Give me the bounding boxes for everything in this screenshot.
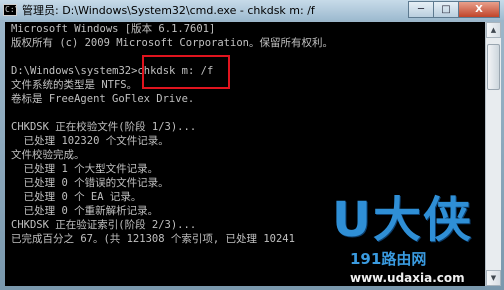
console-line: 已处理 1 个大型文件记录。 xyxy=(11,163,159,175)
command-highlight-box xyxy=(142,55,230,89)
scroll-up-arrow-icon[interactable]: ▲ xyxy=(486,22,501,38)
watermark-url-domain: www.udaxia.com xyxy=(350,271,465,285)
console-line: Microsoft Windows [版本 6.1.7601] xyxy=(11,23,216,35)
watermark-logo: U大侠 xyxy=(332,192,473,248)
close-button[interactable]: X xyxy=(458,1,500,18)
console-line: 卷标是 FreeAgent GoFlex Drive. xyxy=(11,93,195,105)
console-line: 已处理 0 个错误的文件记录。 xyxy=(11,177,169,189)
console-line: CHKDSK 正在验证索引(阶段 2/3)... xyxy=(11,219,197,231)
scroll-thumb[interactable] xyxy=(487,44,500,90)
watermark-url: 191路由网 www.udaxia.com xyxy=(350,250,504,287)
watermark-url-prefix: 191 xyxy=(350,250,382,268)
console-line: 已处理 0 个 EA 记录。 xyxy=(11,191,142,203)
console-line: 文件系统的类型是 NTFS。 xyxy=(11,79,138,91)
title-bar[interactable]: C:\ 管理员: D:\Windows\System32\cmd.exe - c… xyxy=(0,0,504,20)
console-line: 已完成百分之 67。(共 121308 个索引项, 已处理 10241 xyxy=(11,233,295,245)
window-controls: ─ □ X xyxy=(408,1,500,18)
minimize-button[interactable]: ─ xyxy=(408,1,434,18)
console-line: 文件校验完成。 xyxy=(11,149,85,161)
vertical-scrollbar[interactable]: ▲ ▼ xyxy=(485,22,501,286)
console-line: 已处理 0 个重新解析记录。 xyxy=(11,205,159,217)
console-line: 版权所有 (c) 2009 Microsoft Corporation。保留所有… xyxy=(11,37,333,49)
maximize-button[interactable]: □ xyxy=(433,1,459,18)
console-line: CHKDSK 正在校验文件(阶段 1/3)... xyxy=(11,121,197,133)
cmd-window: C:\ 管理员: D:\Windows\System32\cmd.exe - c… xyxy=(0,0,504,290)
cmd-app-icon[interactable]: C:\ xyxy=(3,4,19,16)
watermark-url-cn: 路由网 xyxy=(381,250,427,268)
window-title: 管理员: D:\Windows\System32\cmd.exe - chkds… xyxy=(22,4,315,17)
console-line: 已处理 102320 个文件记录。 xyxy=(11,135,169,147)
